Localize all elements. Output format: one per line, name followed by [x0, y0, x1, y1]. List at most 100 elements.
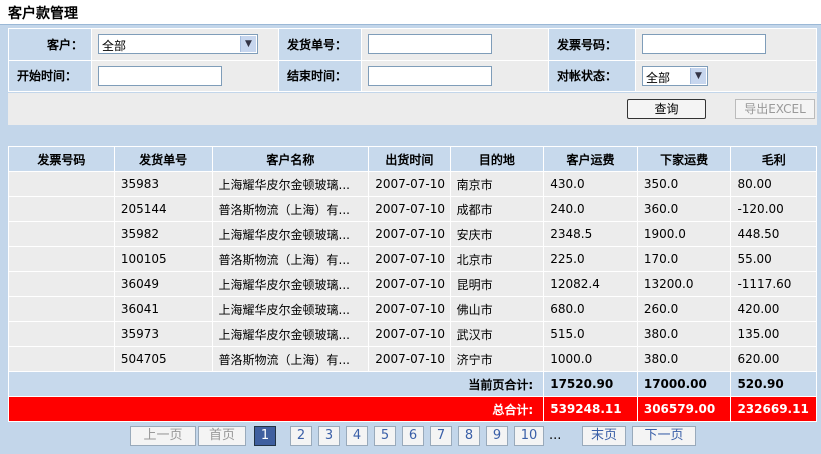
ship-date-cell: 2007-07-10 — [368, 246, 451, 272]
total-profit: 232669.11 — [730, 396, 817, 422]
total-customer-fee: 539248.11 — [543, 396, 638, 422]
end-time-label: 结束时间： — [278, 59, 362, 92]
customer-fee-cell: 12082.4 — [543, 271, 638, 297]
customer-select[interactable]: 全部 ▼ — [98, 34, 258, 55]
chevron-down-icon[interactable]: ▼ — [240, 36, 256, 53]
next-fee-cell: 260.0 — [636, 296, 732, 322]
table-row[interactable]: 100105 普洛斯物流（上海）有... 2007-07-10 北京市 225.0 170… — [8, 246, 817, 272]
export-excel-button[interactable]: 导出EXCEL — [735, 99, 815, 119]
profit-cell: 620.00 — [730, 346, 817, 372]
first-page-button[interactable]: 首页 — [198, 426, 246, 446]
customer-fee-cell: 225.0 — [543, 246, 638, 272]
pagination: 上一页 首页 1 2 3 4 5 6 7 8 9 10 ... 末页 下一页 — [0, 426, 821, 448]
column-header[interactable]: 发货单号 — [113, 146, 213, 172]
page-9-button[interactable]: 9 — [486, 426, 508, 446]
customer-fee-cell: 680.0 — [543, 296, 638, 322]
profit-cell: 80.00 — [730, 171, 817, 197]
profit-cell: -120.00 — [730, 196, 817, 222]
invoice-cell — [8, 271, 115, 297]
ship-no-input[interactable] — [368, 34, 492, 55]
ship-no-cell: 100105 — [113, 246, 213, 272]
ship-date-cell: 2007-07-10 — [368, 346, 451, 372]
table-row[interactable]: 36049 上海耀华皮尔金顿玻璃... 2007-07-10 昆明市 12082.4 13… — [8, 271, 817, 297]
ship-date-cell: 2007-07-10 — [368, 221, 451, 247]
next-page-button[interactable]: 下一页 — [632, 426, 696, 446]
table-row[interactable]: 35982 上海耀华皮尔金顿玻璃... 2007-07-10 安庆市 2348.5 190… — [8, 221, 817, 247]
customer-name-cell: 上海耀华皮尔金顿玻璃... — [211, 171, 370, 197]
invoice-cell — [8, 321, 115, 347]
next-fee-cell: 13200.0 — [636, 271, 732, 297]
customer-fee-cell: 515.0 — [543, 321, 638, 347]
page-6-button[interactable]: 6 — [402, 426, 424, 446]
page-10-button[interactable]: 10 — [514, 426, 544, 446]
destination-cell: 武汉市 — [449, 321, 545, 347]
destination-cell: 佛山市 — [449, 296, 545, 322]
next-fee-cell: 170.0 — [636, 246, 732, 272]
pager-ellipsis: ... — [549, 428, 562, 443]
total-label: 总合计: — [7, 396, 545, 422]
column-header[interactable]: 目的地 — [449, 146, 545, 172]
invoice-cell — [8, 196, 115, 222]
next-fee-cell: 380.0 — [636, 321, 732, 347]
profit-cell: 448.50 — [730, 221, 817, 247]
end-time-input[interactable] — [368, 65, 492, 86]
destination-cell: 成都市 — [449, 196, 545, 222]
page-8-button[interactable]: 8 — [458, 426, 480, 446]
column-header[interactable]: 客户运费 — [543, 146, 638, 172]
invoice-no-label: 发票号码： — [548, 28, 636, 61]
column-header[interactable]: 客户名称 — [211, 146, 370, 172]
subtotal-label: 当前页合计: — [7, 371, 545, 397]
ship-date-cell: 2007-07-10 — [368, 321, 451, 347]
table-row[interactable]: 504705 普洛斯物流（上海）有... 2007-07-10 济宁市 1000.0 38… — [8, 346, 817, 372]
customer-fee-cell: 430.0 — [543, 171, 638, 197]
chevron-down-icon[interactable]: ▼ — [690, 67, 706, 84]
ship-date-cell: 2007-07-10 — [368, 171, 451, 197]
ship-no-cell: 205144 — [113, 196, 213, 222]
ship-no-cell: 36049 — [113, 271, 213, 297]
ship-date-cell: 2007-07-10 — [368, 296, 451, 322]
destination-cell: 南京市 — [449, 171, 545, 197]
customer-name-cell: 普洛斯物流（上海）有... — [211, 196, 370, 222]
status-select[interactable]: 全部 ▼ — [642, 65, 708, 86]
page-1-button[interactable]: 1 — [254, 426, 276, 446]
customer-name-cell: 上海耀华皮尔金顿玻璃... — [211, 321, 370, 347]
page-5-button[interactable]: 5 — [374, 426, 396, 446]
query-button[interactable]: 查询 — [627, 99, 706, 119]
invoice-no-input[interactable] — [642, 34, 766, 55]
table-row[interactable]: 35973 上海耀华皮尔金顿玻璃... 2007-07-10 武汉市 515.0 380.… — [8, 321, 817, 347]
column-header[interactable]: 发票号码 — [8, 146, 115, 172]
customer-name-cell: 上海耀华皮尔金顿玻璃... — [211, 296, 370, 322]
page-7-button[interactable]: 7 — [430, 426, 452, 446]
table-row[interactable]: 36041 上海耀华皮尔金顿玻璃... 2007-07-10 佛山市 680.0 260.… — [8, 296, 817, 322]
page-subtotal-row: 当前页合计: 17520.90 17000.00 520.90 — [7, 371, 817, 397]
profit-cell: 55.00 — [730, 246, 817, 272]
page-2-button[interactable]: 2 — [290, 426, 312, 446]
table-row[interactable]: 205144 普洛斯物流（上海）有... 2007-07-10 成都市 240.0 360… — [8, 196, 817, 222]
ship-date-cell: 2007-07-10 — [368, 271, 451, 297]
destination-cell: 昆明市 — [449, 271, 545, 297]
destination-cell: 安庆市 — [449, 221, 545, 247]
profit-cell: -1117.60 — [730, 271, 817, 297]
total-next-fee: 306579.00 — [636, 396, 732, 422]
last-page-button[interactable]: 末页 — [582, 426, 626, 446]
subtotal-profit: 520.90 — [730, 371, 817, 397]
status-label: 对帐状态： — [548, 59, 636, 92]
customer-name-cell: 上海耀华皮尔金顿玻璃... — [211, 221, 370, 247]
invoice-cell — [8, 171, 115, 197]
table-row[interactable]: 35983 上海耀华皮尔金顿玻璃... 2007-07-10 南京市 430.0 350.… — [8, 171, 817, 197]
ship-no-cell: 35973 — [113, 321, 213, 347]
start-time-input[interactable] — [98, 65, 222, 86]
page-3-button[interactable]: 3 — [318, 426, 340, 446]
page-4-button[interactable]: 4 — [346, 426, 368, 446]
title-bar: 客户款管理 — [0, 0, 821, 25]
column-header[interactable]: 毛利 — [730, 146, 817, 172]
table-header-row: 发票号码 发货单号 客户名称 出货时间 目的地 客户运费 下家运费 毛利 — [8, 146, 817, 172]
destination-cell: 北京市 — [449, 246, 545, 272]
action-bar: 查询 导出EXCEL — [8, 93, 817, 125]
column-header[interactable]: 出货时间 — [368, 146, 451, 172]
ship-no-cell: 35983 — [113, 171, 213, 197]
results-table: 发票号码 发货单号 客户名称 出货时间 目的地 客户运费 下家运费 毛利 359… — [7, 146, 817, 422]
page-title: 客户款管理 — [8, 6, 78, 22]
column-header[interactable]: 下家运费 — [636, 146, 732, 172]
prev-page-button[interactable]: 上一页 — [130, 426, 196, 446]
